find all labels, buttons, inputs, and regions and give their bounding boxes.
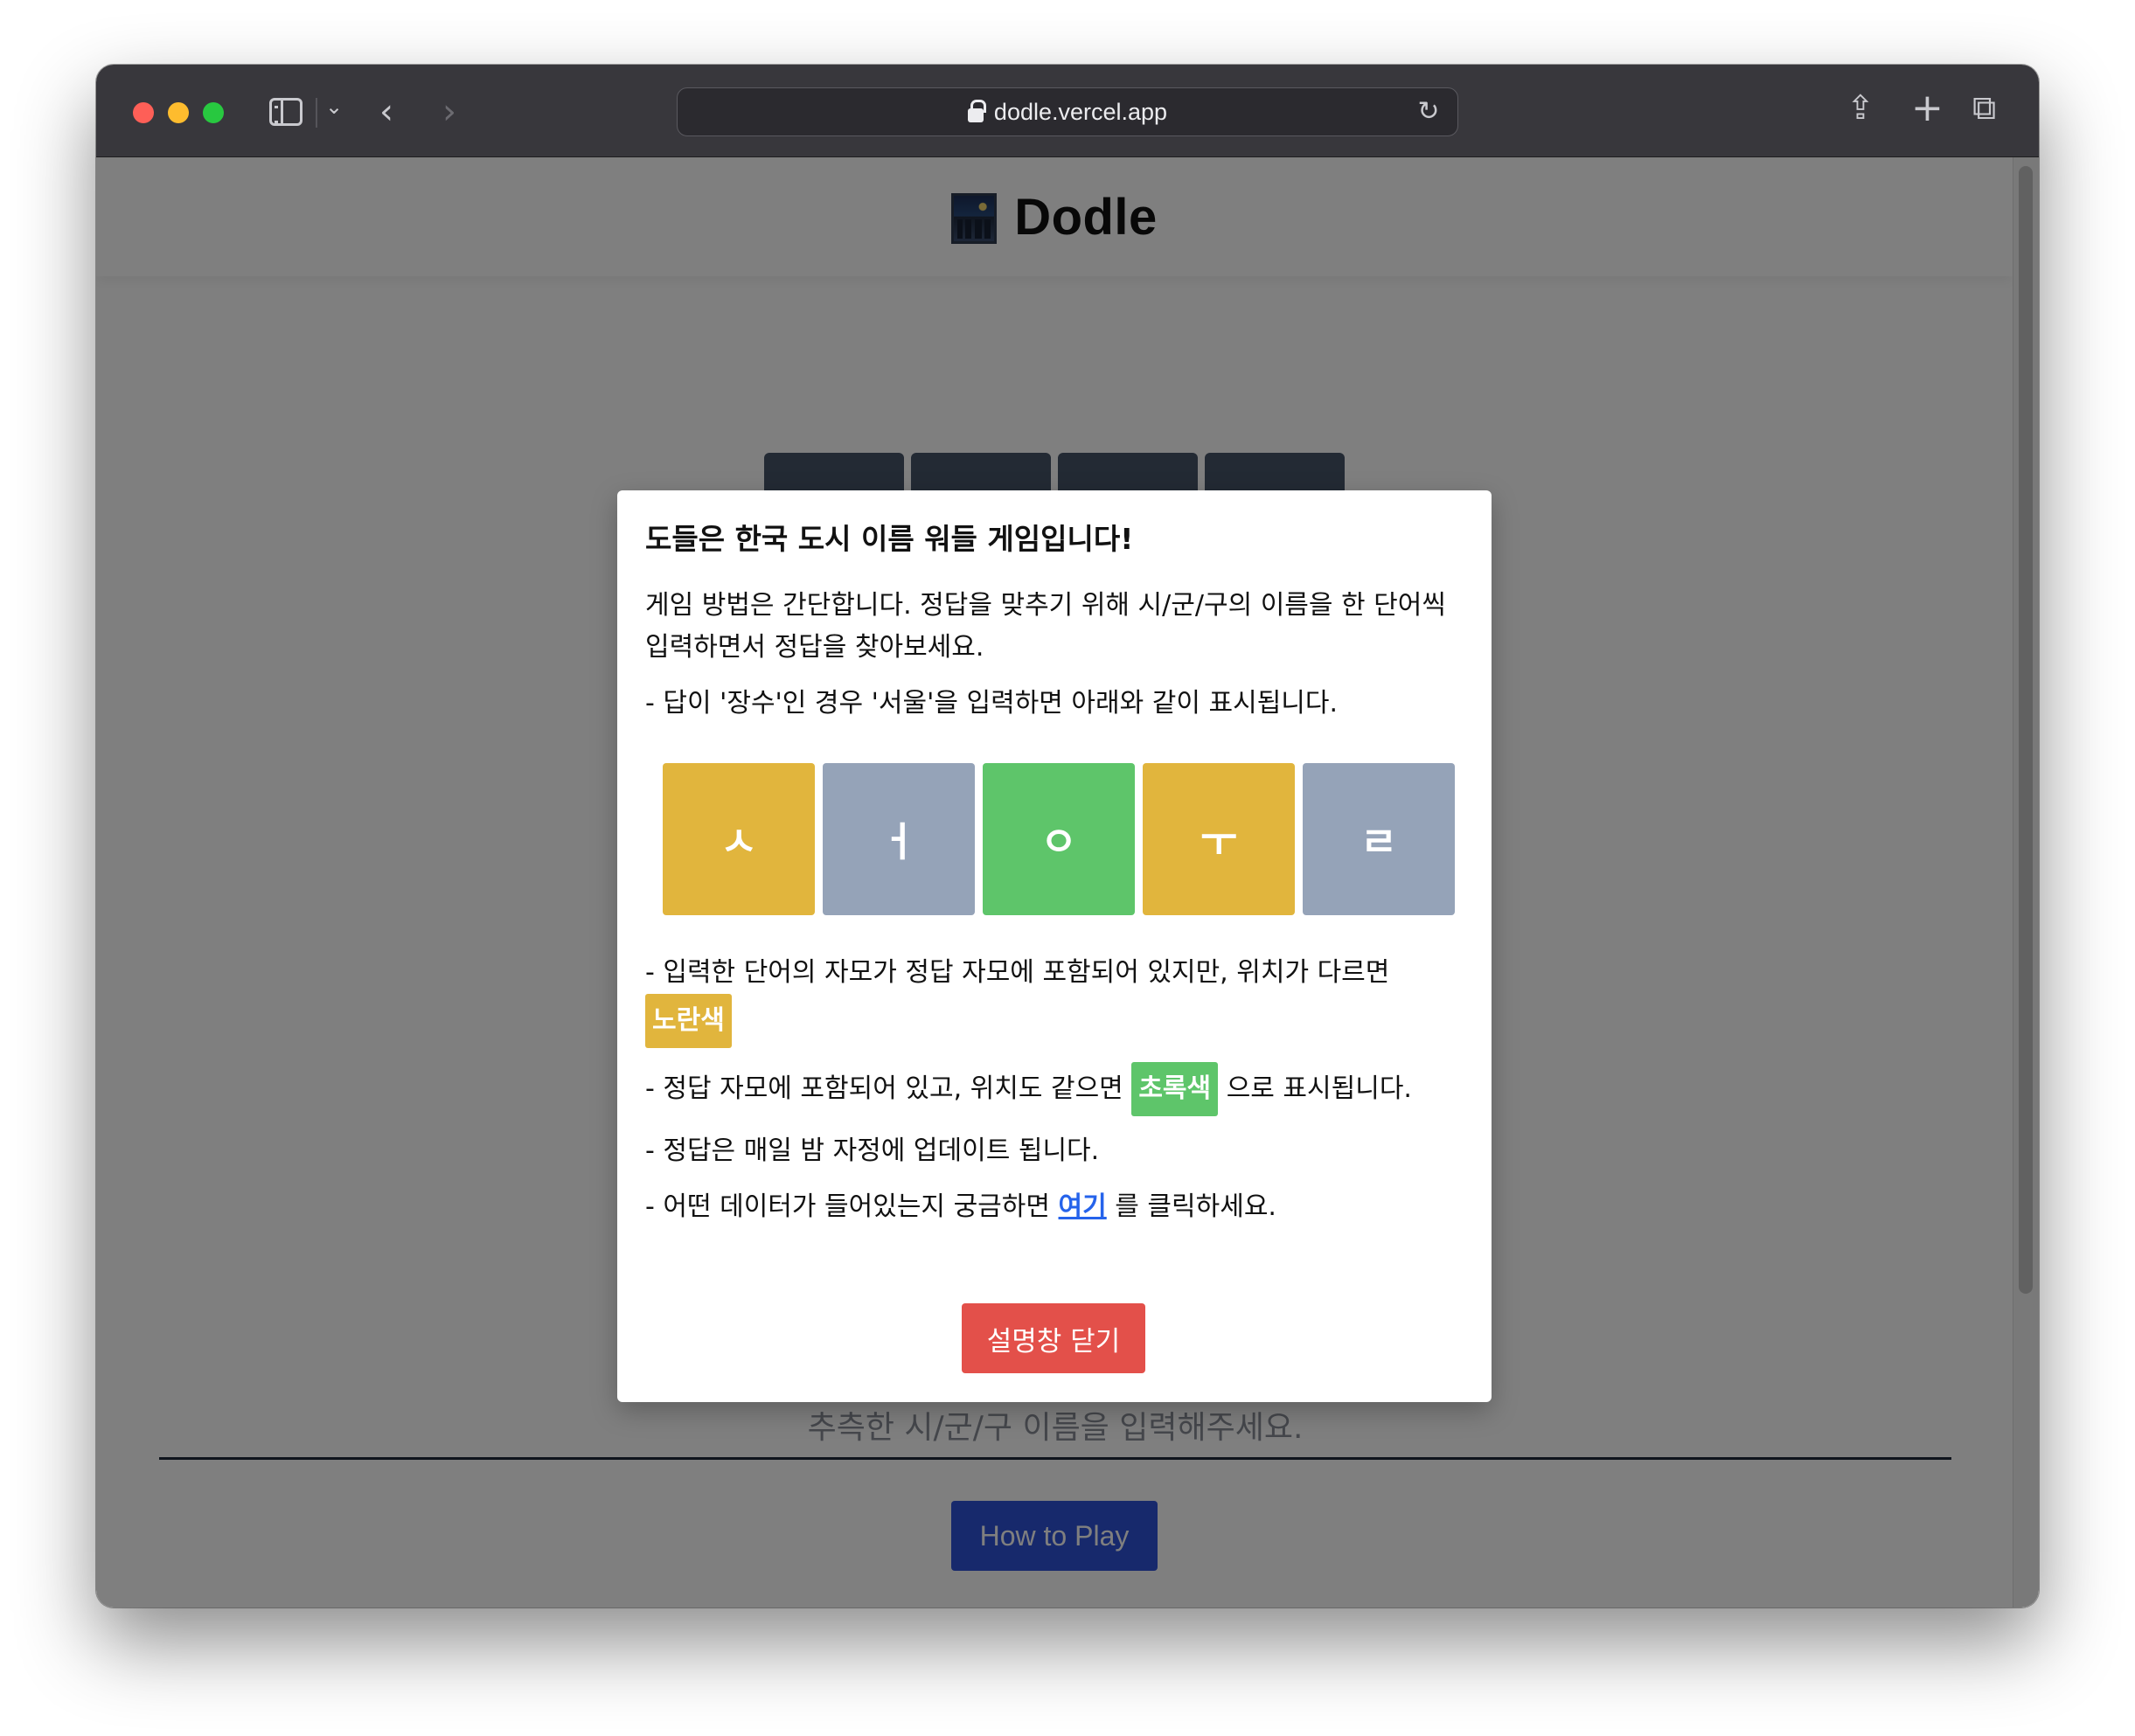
address-bar[interactable]: dodle.vercel.app ↻ (677, 87, 1458, 136)
tab-overview-icon[interactable]: ⧉ (1972, 91, 1996, 124)
example-tile: ㅓ (823, 763, 975, 915)
rule-present-text: - 입력한 단어의 자모가 정답 자모에 포함되어 있지만, 위치가 다르면 (645, 957, 1390, 988)
url-text: dodle.vercel.app (993, 98, 1168, 125)
minimize-window-button[interactable] (168, 102, 189, 123)
rule-update: - 정답은 매일 밤 자정에 업데이트 됩니다. (645, 1135, 1100, 1166)
modal-intro: 게임 방법은 간단합니다. 정답을 맞추기 위해 시/군/구의 이름을 한 단어… (645, 590, 1446, 663)
page-viewport: Dodle How to Play 도들은 한국 도시 이름 워들 게임입니다!… (96, 157, 2039, 1608)
lock-icon (967, 100, 986, 122)
sidebar-toggle-icon[interactable] (269, 98, 303, 126)
example-tile: ㅅ (663, 763, 815, 915)
back-arrow-icon[interactable]: ‹ (379, 94, 393, 129)
example-tile: ㅜ (1143, 763, 1295, 915)
example-tile: ㄹ (1303, 763, 1455, 915)
rule-data-suffix: 를 클릭하세요. (1115, 1191, 1276, 1222)
new-tab-icon[interactable]: + (1911, 89, 1944, 128)
share-icon[interactable]: ⇪ (1846, 91, 1874, 124)
data-link[interactable]: 여기 (1059, 1191, 1107, 1222)
green-chip: 초록색 (1131, 1062, 1219, 1116)
close-window-button[interactable] (133, 102, 154, 123)
modal-title: 도들은 한국 도시 이름 워들 게임입니다! (645, 522, 1134, 556)
rule-correct-suffix: 으로 표시됩니다. (1226, 1073, 1412, 1104)
close-modal-button[interactable]: 설명창 닫기 (962, 1303, 1145, 1373)
reload-icon[interactable]: ↻ (1414, 97, 1443, 127)
toolbar-divider (316, 98, 317, 128)
browser-window: ⌄ ‹ › dodle.vercel.app ↻ ⇪ + ⧉ Dodle How… (96, 65, 2039, 1608)
yellow-chip: 노란색 (645, 994, 732, 1048)
browser-toolbar: ⌄ ‹ › dodle.vercel.app ↻ ⇪ + ⧉ (96, 65, 2039, 157)
example-tile: ㅇ (983, 763, 1135, 915)
rule-present: - 입력한 단어의 자모가 정답 자모에 포함되어 있지만, 위치가 다르면 노… (645, 952, 1464, 1048)
instructions-modal: 도들은 한국 도시 이름 워들 게임입니다! 게임 방법은 간단합니다. 정답을… (617, 490, 1492, 1402)
forward-arrow-icon[interactable]: › (442, 94, 456, 129)
rule-data: - 어떤 데이터가 들어있는지 궁금하면 여기 를 클릭하세요. (645, 1186, 1464, 1228)
chevron-down-icon[interactable]: ⌄ (325, 96, 343, 117)
rule-correct: - 정답 자모에 포함되어 있고, 위치도 같으면 초록색 으로 표시됩니다. (645, 1062, 1464, 1116)
rule-correct-text: - 정답 자모에 포함되어 있고, 위치도 같으면 (645, 1073, 1123, 1104)
zoom-window-button[interactable] (203, 102, 224, 123)
rule-data-text: - 어떤 데이터가 들어있는지 궁금하면 (645, 1191, 1050, 1222)
example-caption: - 답이 '장수'인 경우 '서울'을 입력하면 아래와 같이 표시됩니다. (645, 688, 1339, 719)
example-tiles: ㅅ ㅓ ㅇ ㅜ ㄹ (663, 763, 1464, 915)
